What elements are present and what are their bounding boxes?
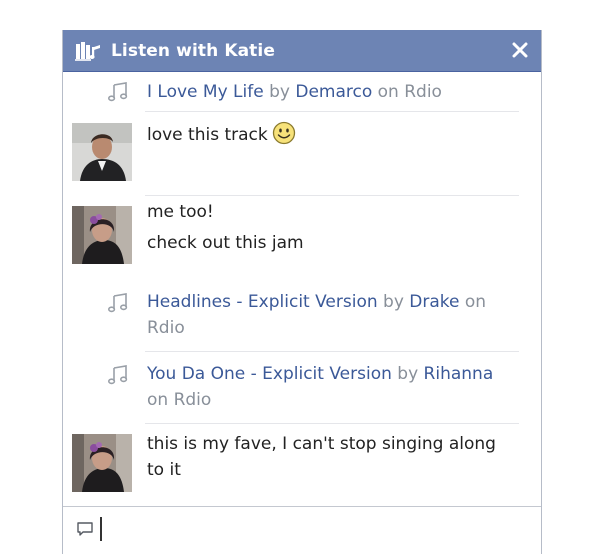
list-item: I Love My Life by Demarco on Rdio [63, 72, 541, 112]
avatar[interactable] [72, 123, 132, 181]
close-icon[interactable] [509, 39, 531, 61]
music-note-icon [107, 292, 129, 314]
chat-titlebar[interactable]: Listen with Katie [63, 30, 541, 72]
by-label: by [397, 364, 419, 384]
artist-link[interactable]: Drake [409, 292, 459, 312]
message-list: I Love My Life by Demarco on Rdio love t… [63, 72, 541, 506]
track-link[interactable]: You Da One - Explicit Version [147, 364, 392, 384]
chat-bubble-icon [76, 520, 94, 538]
by-label: by [269, 82, 290, 102]
artist-link[interactable]: Demarco [295, 82, 372, 102]
list-item: Headlines - Explicit Version by Drake on… [63, 280, 541, 352]
source-label: on Rdio [147, 390, 212, 410]
source-label: on Rdio [377, 82, 442, 102]
music-library-icon [75, 40, 103, 62]
music-note-icon [107, 364, 129, 386]
message-text: me too! check out this jam [147, 202, 304, 253]
chat-window: Listen with Katie I Love My Life by Dema… [62, 30, 542, 554]
text-caret [100, 517, 102, 541]
list-item: this is my fave, I can't stop singing al… [63, 424, 541, 506]
track-share: You Da One - Explicit Version by Rihanna… [147, 361, 515, 413]
list-item: love this track [63, 112, 541, 196]
music-note-icon [107, 81, 129, 103]
message-text: this is my fave, I can't stop singing al… [147, 434, 496, 480]
message-composer [63, 506, 541, 554]
list-item: You Da One - Explicit Version by Rihanna… [63, 352, 541, 424]
track-link[interactable]: Headlines - Explicit Version [147, 292, 378, 312]
avatar[interactable] [72, 206, 132, 264]
track-share: Headlines - Explicit Version by Drake on… [147, 289, 515, 341]
smiley-icon [272, 121, 296, 145]
chat-title: Listen with Katie [111, 40, 275, 61]
track-link[interactable]: I Love My Life [147, 82, 264, 102]
message-input[interactable] [99, 515, 519, 543]
list-item: me too! check out this jam [63, 196, 541, 280]
artist-link[interactable]: Rihanna [424, 364, 494, 384]
avatar[interactable] [72, 434, 132, 492]
by-label: by [383, 292, 404, 312]
message-text: love this track [147, 120, 517, 151]
track-share: I Love My Life by Demarco on Rdio [147, 79, 515, 105]
